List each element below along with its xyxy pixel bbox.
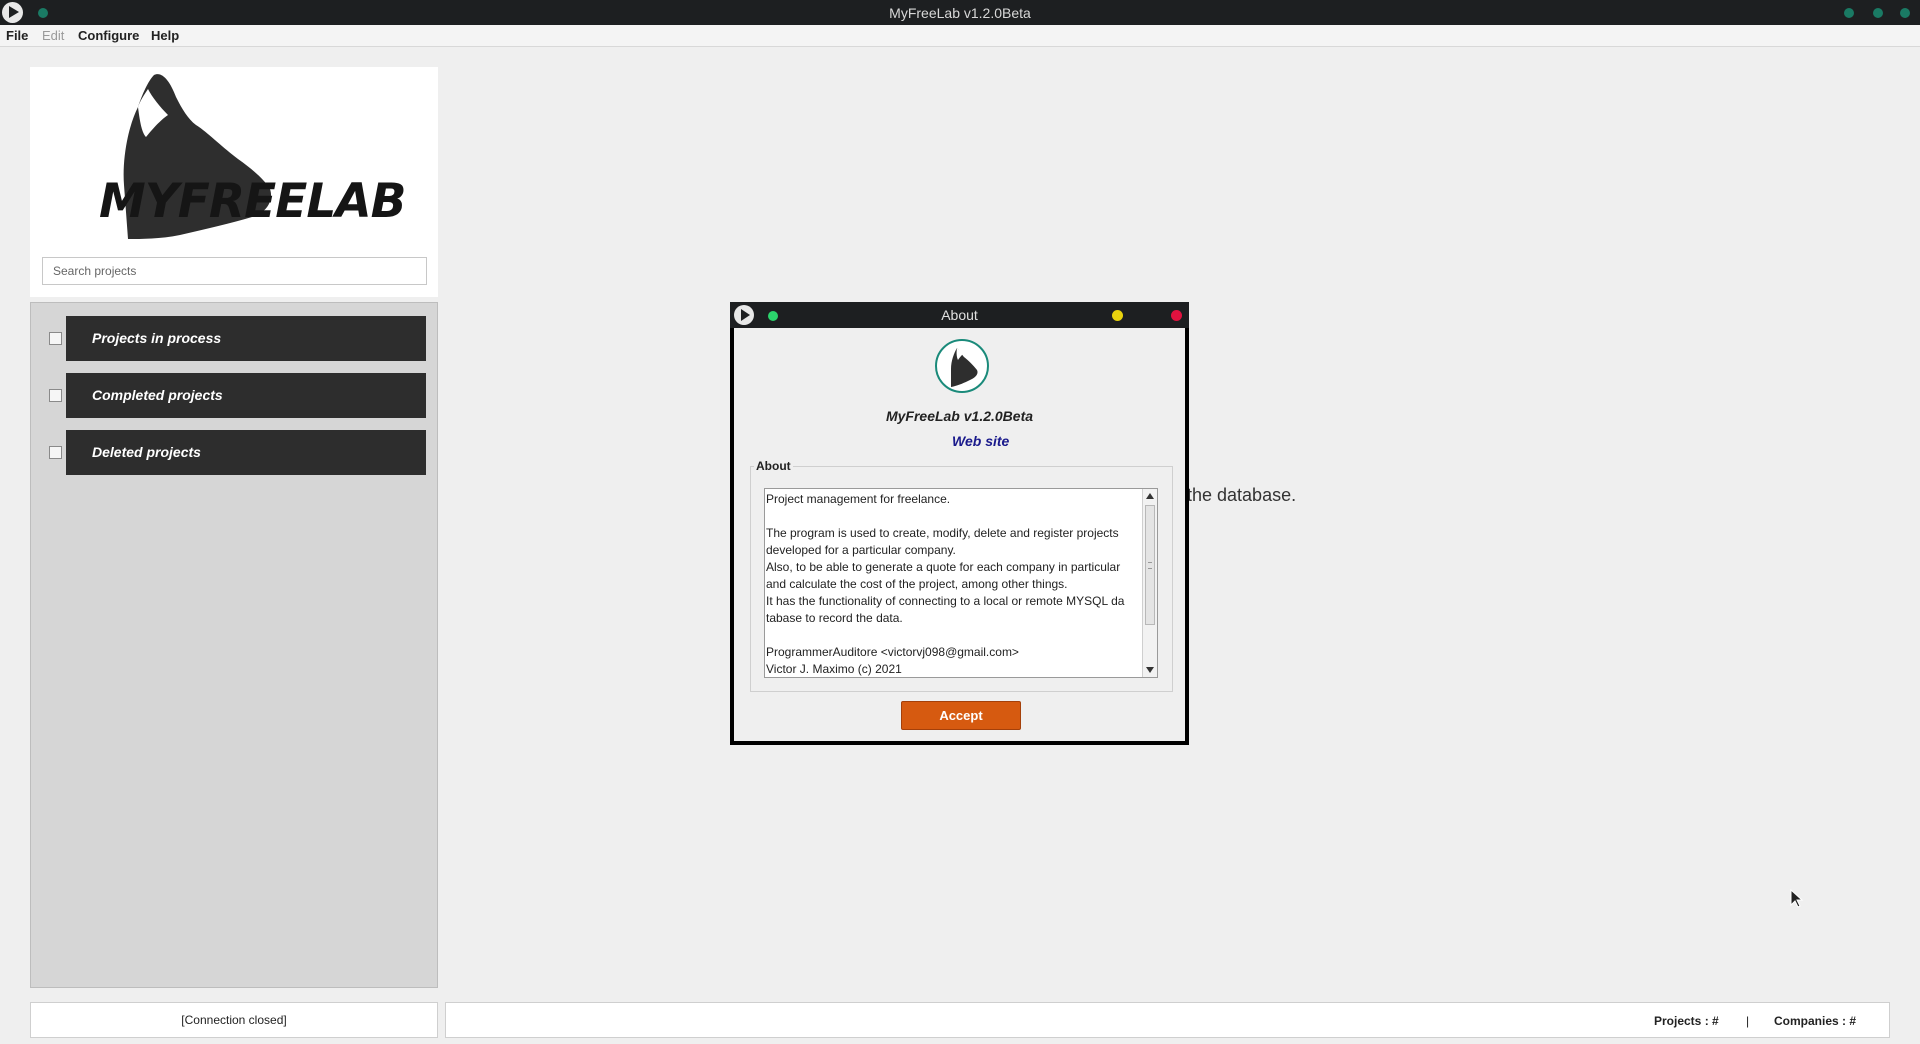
database-message: the database. (1187, 485, 1297, 505)
app-avatar (935, 339, 989, 393)
category-checkbox[interactable] (49, 332, 62, 345)
window-titlebar: MyFreeLab v1.2.0Beta (0, 0, 1920, 25)
status-bar: Projects : # | Companies : # (445, 1002, 1890, 1038)
about-line: Victor J. Maximo (c) 2021 (766, 662, 902, 676)
status-separator: | (1746, 1014, 1750, 1028)
category-deleted-projects[interactable]: Deleted projects (44, 430, 426, 475)
logo-text: MYFREELAB (99, 174, 405, 229)
category-checkbox[interactable] (49, 446, 62, 459)
category-button[interactable]: Projects in process (66, 316, 426, 361)
about-line: It has the functionality of connecting t… (766, 594, 1125, 608)
connection-status: [Connection closed] (30, 1002, 438, 1038)
maximize-window-icon[interactable] (1873, 8, 1883, 18)
menu-bar: File Edit Configure Help (0, 25, 1920, 47)
about-line: Also, to be able to generate a quote for… (766, 560, 1121, 574)
about-line: tabase to record the data. (766, 611, 903, 625)
about-dialog: About MyFreeLab v1.2.0Beta Web site Abou… (730, 302, 1189, 745)
dialog-app-name: MyFreeLab v1.2.0Beta (885, 408, 1034, 424)
about-scrollbar[interactable] (1142, 489, 1157, 677)
close-window-icon[interactable] (1900, 8, 1910, 18)
about-line: and calculate the cost of the project, a… (766, 577, 1068, 591)
scroll-down-arrow-icon[interactable] (1146, 667, 1154, 673)
menu-help[interactable]: Help (151, 28, 179, 43)
about-line: ProgrammerAuditore <victorvj098@gmail.co… (766, 645, 1019, 659)
about-line: developed for a particular company. (766, 543, 956, 557)
about-line (766, 508, 1144, 525)
menu-file[interactable]: File (6, 28, 28, 43)
dialog-titlebar[interactable]: About (730, 302, 1189, 328)
category-completed-projects[interactable]: Completed projects (44, 373, 426, 418)
window-title: MyFreeLab v1.2.0Beta (889, 5, 1031, 21)
wolf-head-icon (951, 348, 978, 387)
about-group-label: About (754, 459, 793, 473)
category-checkbox[interactable] (49, 389, 62, 402)
website-link[interactable]: Web site (952, 433, 1009, 449)
dialog-minimize-icon[interactable] (1112, 310, 1123, 321)
search-projects-input[interactable] (42, 257, 427, 285)
minimize-window-icon[interactable] (1844, 8, 1854, 18)
about-line (766, 627, 1144, 644)
companies-count: Companies : # (1774, 1014, 1857, 1028)
category-label: Deleted projects (92, 444, 201, 460)
categories-panel: Projects in process Completed projects D… (30, 302, 438, 988)
scroll-up-arrow-icon[interactable] (1146, 493, 1154, 499)
about-text-area[interactable]: Project management for freelance. The pr… (764, 488, 1158, 678)
about-line: Project management for freelance. (766, 492, 951, 506)
category-button[interactable]: Deleted projects (66, 430, 426, 475)
menu-configure[interactable]: Configure (78, 28, 139, 43)
accept-button[interactable]: Accept (901, 701, 1021, 730)
scroll-thumb[interactable] (1145, 505, 1155, 625)
mouse-pointer-icon (1790, 889, 1804, 908)
dialog-body: MyFreeLab v1.2.0Beta Web site About Proj… (734, 328, 1185, 741)
projects-count: Projects : # (1654, 1014, 1719, 1028)
category-button[interactable]: Completed projects (66, 373, 426, 418)
wolf-head-logo-icon: MYFREELAB (99, 74, 406, 239)
dialog-close-icon[interactable] (1171, 310, 1182, 321)
category-projects-in-process[interactable]: Projects in process (44, 316, 426, 361)
about-line: The program is used to create, modify, d… (766, 526, 1119, 540)
category-label: Completed projects (92, 387, 223, 403)
menu-edit[interactable]: Edit (42, 28, 64, 43)
category-label: Projects in process (92, 330, 222, 346)
about-text-lines: Project management for freelance. The pr… (766, 491, 1144, 677)
